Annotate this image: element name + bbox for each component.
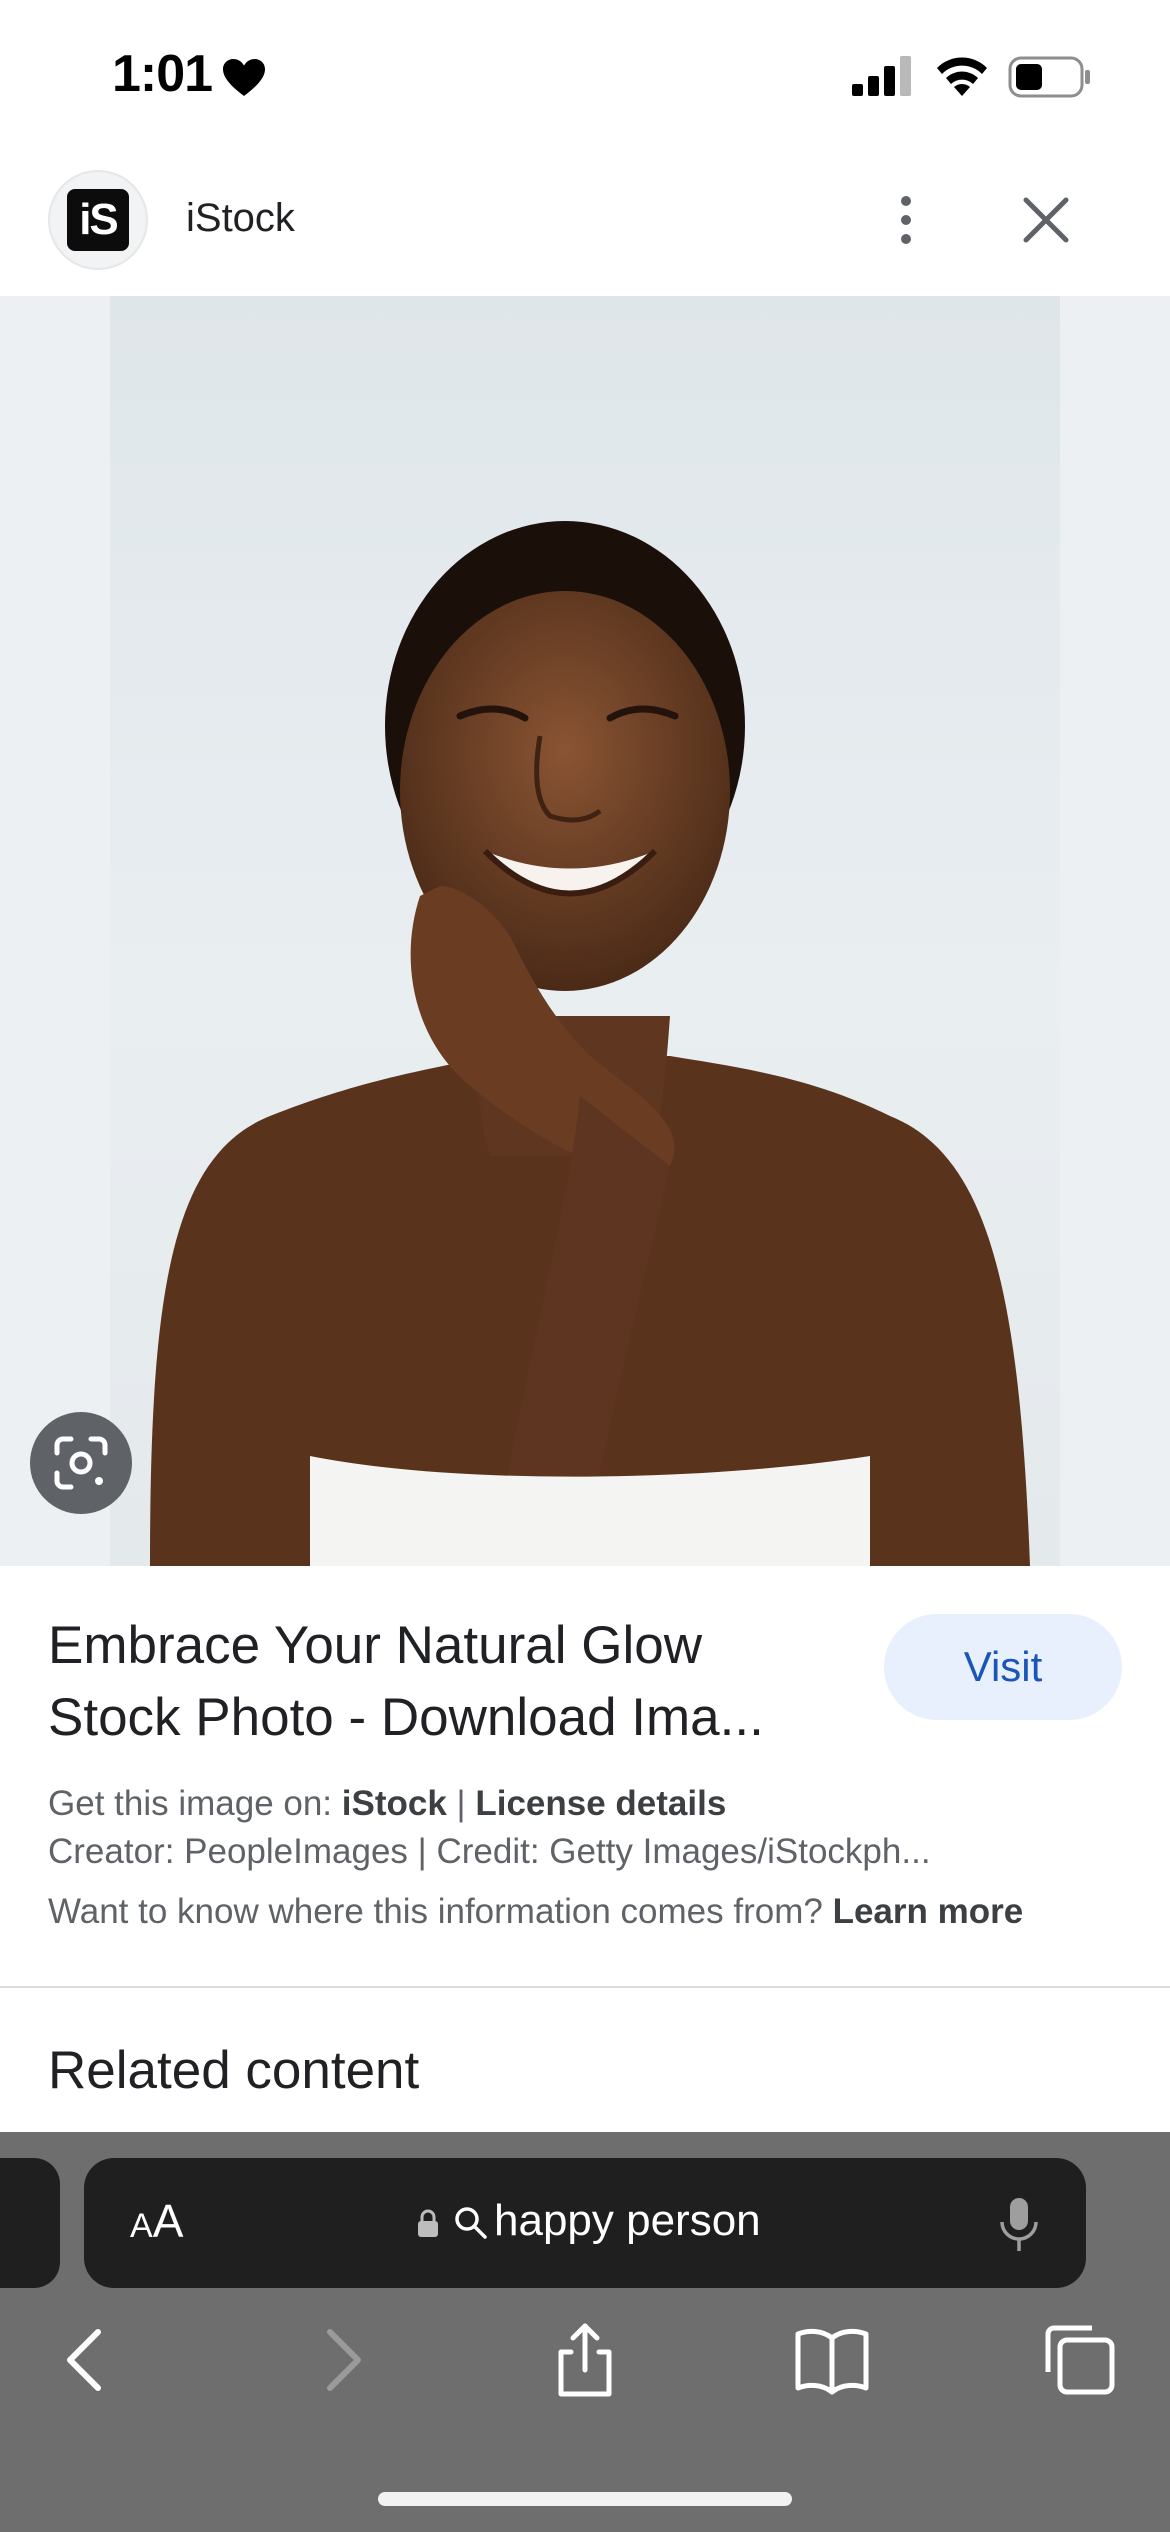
previous-tab-preview[interactable]	[0, 2158, 60, 2288]
bookmarks-icon	[795, 2328, 869, 2395]
forward-button[interactable]	[300, 2320, 380, 2400]
source-logo[interactable]: iS	[48, 170, 148, 270]
related-content-heading: Related content	[48, 2041, 420, 2100]
info-source-line: Want to know where this information come…	[48, 1892, 1024, 1931]
source-name[interactable]: iStock	[186, 196, 295, 241]
get-image-line: Get this image on: iStock | License deta…	[48, 1784, 727, 1823]
more-options-button[interactable]	[876, 180, 936, 260]
visit-button[interactable]: Visit	[884, 1614, 1122, 1720]
image-title-line1: Embrace Your Natural Glow	[48, 1616, 702, 1675]
photo-illustration	[150, 521, 1030, 1566]
creator-credit: Creator: PeopleImages | Credit: Getty Im…	[48, 1832, 931, 1871]
forward-icon	[327, 2329, 361, 2391]
image-title[interactable]: Embrace Your Natural Glow Stock Photo - …	[48, 1610, 848, 1754]
google-lens-icon	[54, 1436, 108, 1490]
license-details-link[interactable]: License details	[475, 1784, 726, 1823]
lock-icon	[418, 2209, 438, 2237]
bookmarks-button[interactable]	[792, 2320, 872, 2400]
home-indicator	[378, 2492, 792, 2506]
back-button[interactable]	[48, 2320, 128, 2400]
main-photo[interactable]	[110, 296, 1060, 1566]
address-text[interactable]: happy person	[494, 2196, 761, 2246]
image-title-line2: Stock Photo - Download Ima...	[48, 1688, 764, 1747]
source-link[interactable]: iStock	[342, 1784, 447, 1823]
tabs-button[interactable]	[1040, 2320, 1120, 2400]
more-vert-icon	[901, 196, 911, 206]
share-icon	[558, 2323, 612, 2397]
google-lens-button[interactable]	[30, 1412, 132, 1514]
learn-more-link[interactable]: Learn more	[833, 1892, 1024, 1931]
back-icon	[67, 2329, 101, 2391]
tabs-icon	[1045, 2325, 1115, 2395]
search-icon	[455, 2207, 487, 2239]
signal-icon	[852, 56, 911, 96]
status-time: 1:01	[112, 45, 213, 103]
heart-icon	[223, 59, 265, 96]
share-button[interactable]	[545, 2320, 625, 2400]
close-button[interactable]	[1016, 190, 1076, 250]
battery-icon	[1008, 56, 1090, 98]
close-icon	[1023, 197, 1069, 243]
divider	[0, 1986, 1170, 1988]
text-size-button[interactable]: AA	[130, 2194, 183, 2248]
microphone-icon[interactable]	[996, 2196, 1042, 2254]
wifi-icon	[937, 57, 987, 96]
istock-logo-icon: iS	[67, 189, 129, 251]
source-header	[0, 150, 1170, 296]
